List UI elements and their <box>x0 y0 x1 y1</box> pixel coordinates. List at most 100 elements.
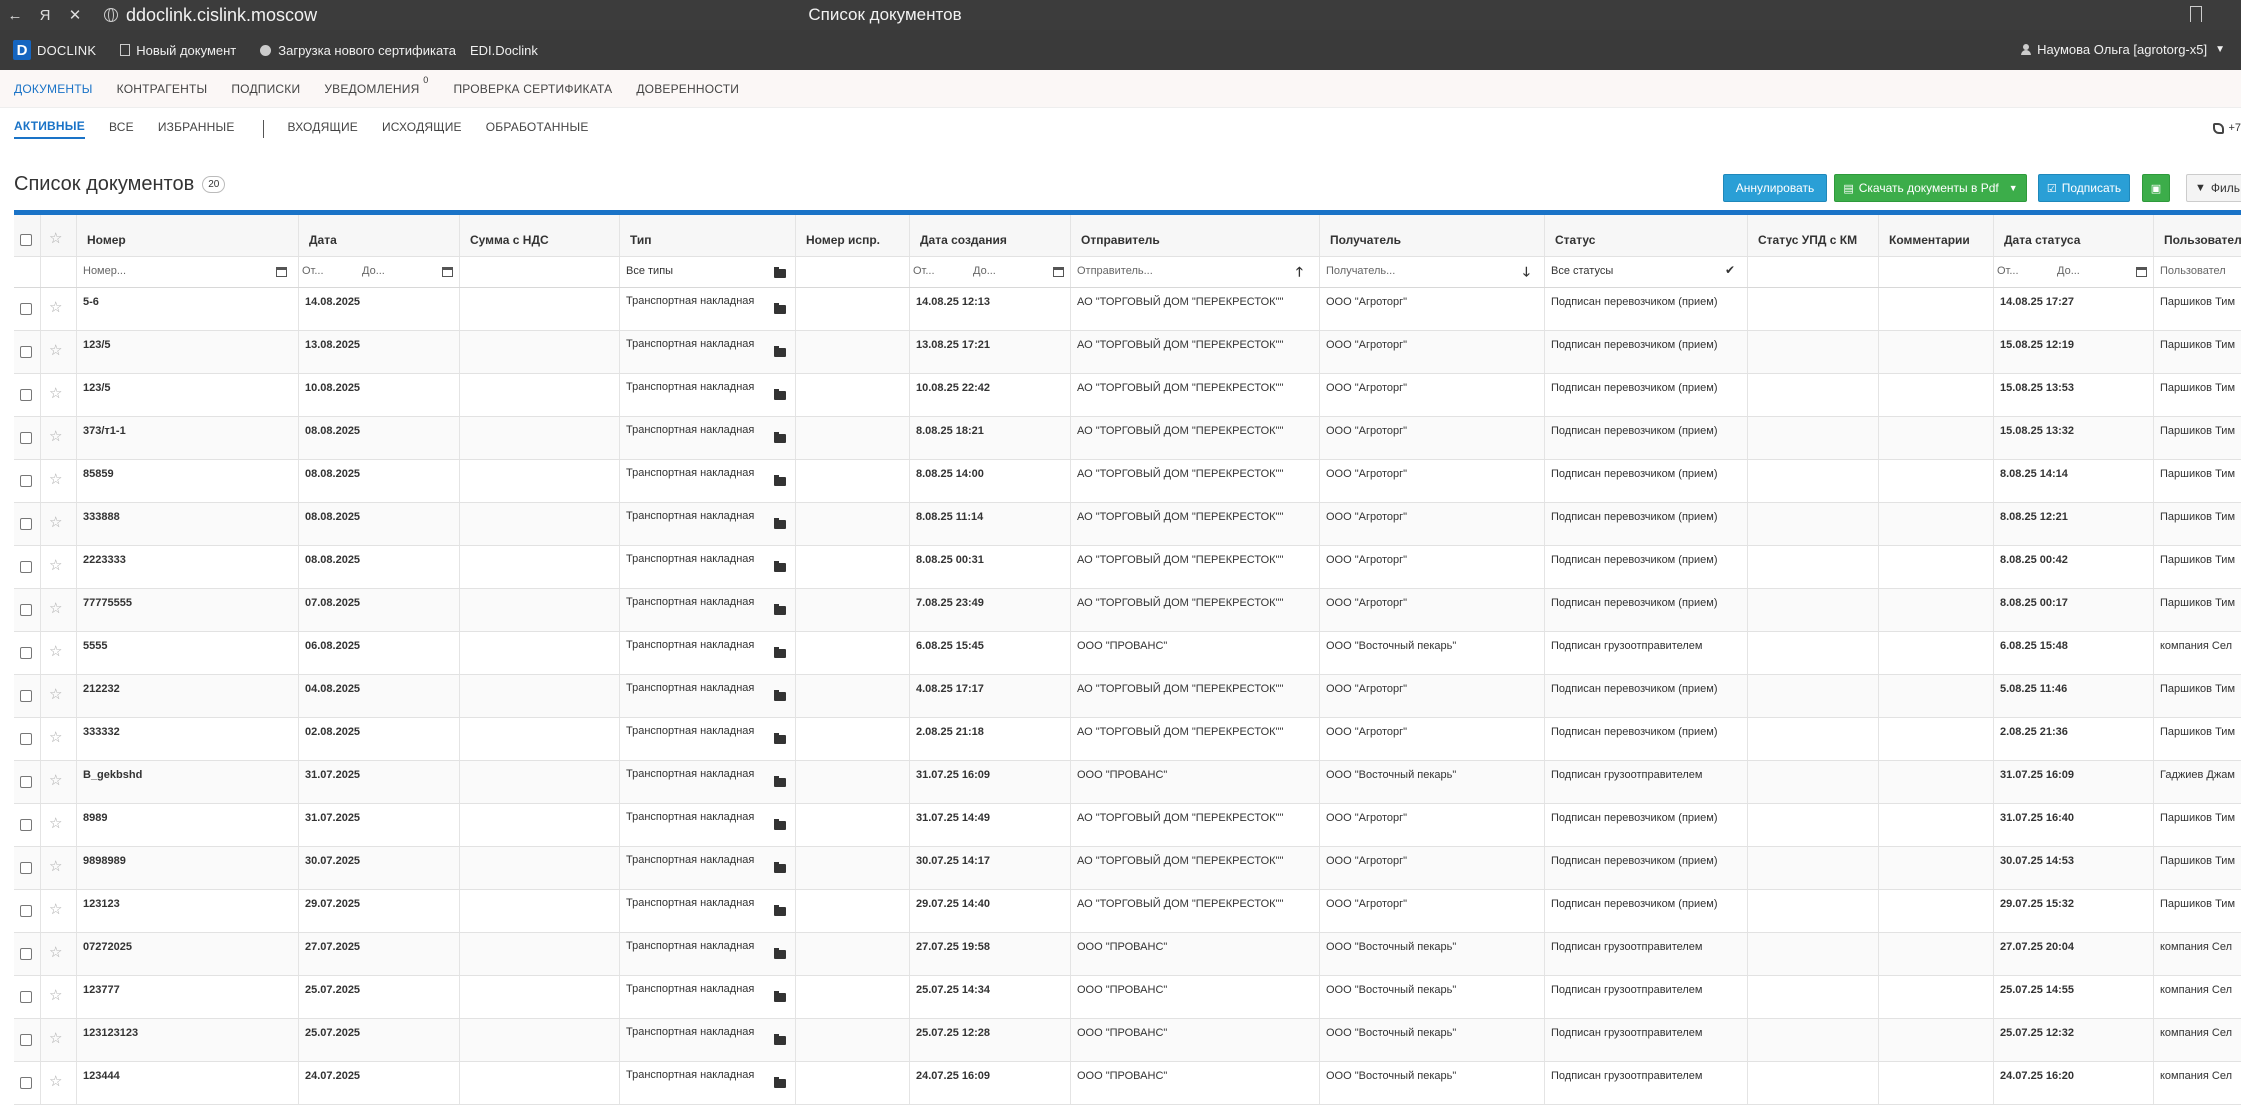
support-phone[interactable]: +7 <box>2213 122 2241 134</box>
row-checkbox[interactable] <box>20 475 32 487</box>
col-number[interactable]: Номер <box>77 215 299 256</box>
document-number-link[interactable]: 123123 <box>83 898 120 910</box>
folder-icon[interactable] <box>774 733 786 744</box>
row-checkbox[interactable] <box>20 690 32 702</box>
col-status-date[interactable]: Дата статуса <box>1994 215 2154 256</box>
folder-icon[interactable] <box>774 905 786 916</box>
row-checkbox[interactable] <box>20 733 32 745</box>
type-filter-select[interactable]: Все типы <box>626 265 673 277</box>
status-date-from-input[interactable]: От... <box>1997 265 2019 277</box>
row-checkbox[interactable] <box>20 389 32 401</box>
document-number-link[interactable]: 123777 <box>83 984 120 996</box>
col-correction-number[interactable]: Номер испр. <box>796 215 910 256</box>
table-row[interactable]: ☆ 333888 08.08.2025 Транспортная накладная 8… <box>14 503 2241 546</box>
sign-button[interactable]: ☑ Подписать <box>2038 174 2130 202</box>
col-sum-vat[interactable]: Сумма с НДС <box>460 215 620 256</box>
tab-favorites[interactable]: ИЗБРАННЫЕ <box>158 120 235 138</box>
row-checkbox[interactable] <box>20 905 32 917</box>
col-user[interactable]: Пользовател <box>2154 215 2241 256</box>
table-row[interactable]: ☆ 333332 02.08.2025 Транспортная накладная 2… <box>14 718 2241 761</box>
col-status[interactable]: Статус <box>1545 215 1748 256</box>
date-from-input[interactable]: От... <box>302 265 324 277</box>
folder-icon[interactable] <box>774 475 786 486</box>
table-row[interactable]: ☆ 123/5 13.08.2025 Транспортная накладная 13… <box>14 331 2241 374</box>
favorite-star-icon[interactable]: ☆ <box>49 341 62 359</box>
edi-doclink-link[interactable]: EDI.Doclink <box>470 43 538 58</box>
folder-icon[interactable] <box>774 267 786 278</box>
folder-icon[interactable] <box>774 1034 786 1045</box>
folder-icon[interactable] <box>774 991 786 1002</box>
bookmark-icon[interactable] <box>2190 6 2202 22</box>
row-checkbox[interactable] <box>20 647 32 659</box>
table-row[interactable]: ☆ 123123 29.07.2025 Транспортная накладная 2… <box>14 890 2241 933</box>
document-number-link[interactable]: 9898989 <box>83 855 126 867</box>
col-type[interactable]: Тип <box>620 215 796 256</box>
new-document-link[interactable]: Новый документ <box>120 43 236 58</box>
folder-icon[interactable] <box>774 948 786 959</box>
favorite-star-icon[interactable]: ☆ <box>49 1029 62 1047</box>
favorite-star-icon[interactable]: ☆ <box>49 298 62 316</box>
nav-powers-of-attorney[interactable]: ДОВЕРЕННОСТИ <box>636 82 739 96</box>
table-row[interactable]: ☆ 212232 04.08.2025 Транспортная накладная 4… <box>14 675 2241 718</box>
table-row[interactable]: ☆ 77775555 07.08.2025 Транспортная накладна… <box>14 589 2241 632</box>
select-all-checkbox[interactable] <box>20 234 32 246</box>
col-upd-km-status[interactable]: Статус УПД с КМ <box>1748 215 1879 256</box>
date-to-input[interactable]: До... <box>362 265 385 277</box>
export-excel-button[interactable]: ▣ <box>2142 174 2170 202</box>
row-checkbox[interactable] <box>20 1034 32 1046</box>
doclink-logo[interactable]: D DOCLINK <box>13 40 96 60</box>
tab-active[interactable]: АКТИВНЫЕ <box>14 119 85 139</box>
document-number-link[interactable]: 07272025 <box>83 941 132 953</box>
favorites-star-icon[interactable]: ☆ <box>49 229 62 247</box>
folder-icon[interactable] <box>774 604 786 615</box>
row-checkbox[interactable] <box>20 819 32 831</box>
status-date-to-input[interactable]: До... <box>2057 265 2080 277</box>
row-checkbox[interactable] <box>20 991 32 1003</box>
favorite-star-icon[interactable]: ☆ <box>49 857 62 875</box>
row-checkbox[interactable] <box>20 604 32 616</box>
nav-documents[interactable]: ДОКУМЕНТЫ <box>14 82 93 96</box>
document-number-link[interactable]: 85859 <box>83 468 114 480</box>
folder-icon[interactable] <box>774 647 786 658</box>
col-date[interactable]: Дата <box>299 215 460 256</box>
folder-icon[interactable] <box>774 303 786 314</box>
folder-icon[interactable] <box>774 1077 786 1088</box>
row-checkbox[interactable] <box>20 432 32 444</box>
row-checkbox[interactable] <box>20 518 32 530</box>
document-number-link[interactable]: 123/5 <box>83 382 111 394</box>
row-checkbox[interactable] <box>20 561 32 573</box>
col-sender[interactable]: Отправитель <box>1071 215 1320 256</box>
nav-subscriptions[interactable]: ПОДПИСКИ <box>231 82 300 96</box>
arrow-down-icon[interactable]: 🡓 <box>1523 263 1530 285</box>
folder-icon[interactable] <box>774 819 786 830</box>
folder-icon[interactable] <box>774 346 786 357</box>
document-number-link[interactable]: 123/5 <box>83 339 111 351</box>
favorite-star-icon[interactable]: ☆ <box>49 427 62 445</box>
nav-certificate-check[interactable]: ПРОВЕРКА СЕРТИФИКАТА <box>453 82 612 96</box>
document-number-link[interactable]: 5-6 <box>83 296 99 308</box>
table-row[interactable]: ☆ 123123123 25.07.2025 Транспортная накладн… <box>14 1019 2241 1062</box>
sum-filter[interactable] <box>460 257 620 287</box>
table-row[interactable]: ☆ B_gekbshd 31.07.2025 Транспортная накладн… <box>14 761 2241 804</box>
table-row[interactable]: ☆ 373/т1-1 08.08.2025 Транспортная накладна… <box>14 417 2241 460</box>
document-number-link[interactable]: 123123123 <box>83 1027 138 1039</box>
table-row[interactable]: ☆ 9898989 30.07.2025 Транспортная накладная… <box>14 847 2241 890</box>
table-row[interactable]: ☆ 8989 31.07.2025 Транспортная накладная 31.… <box>14 804 2241 847</box>
tab-incoming[interactable]: ВХОДЯЩИЕ <box>288 120 358 138</box>
col-recipient[interactable]: Получатель <box>1320 215 1545 256</box>
row-checkbox[interactable] <box>20 1077 32 1089</box>
document-number-link[interactable]: 8989 <box>83 812 107 824</box>
folder-icon[interactable] <box>774 518 786 529</box>
table-row[interactable]: ☆ 07272025 27.07.2025 Транспортная накладна… <box>14 933 2241 976</box>
favorite-star-icon[interactable]: ☆ <box>49 814 62 832</box>
calendar-icon[interactable] <box>2136 267 2147 277</box>
favorite-star-icon[interactable]: ☆ <box>49 900 62 918</box>
checkmark-icon[interactable]: ✔ <box>1725 263 1735 277</box>
calculator-icon[interactable] <box>276 267 287 277</box>
favorite-star-icon[interactable]: ☆ <box>49 384 62 402</box>
folder-icon[interactable] <box>774 389 786 400</box>
download-pdf-button[interactable]: ▤ Скачать документы в Pdf ▼ <box>1834 174 2027 202</box>
document-number-link[interactable]: 123444 <box>83 1070 120 1082</box>
number-filter-input[interactable]: Номер... <box>83 265 126 277</box>
row-checkbox[interactable] <box>20 948 32 960</box>
